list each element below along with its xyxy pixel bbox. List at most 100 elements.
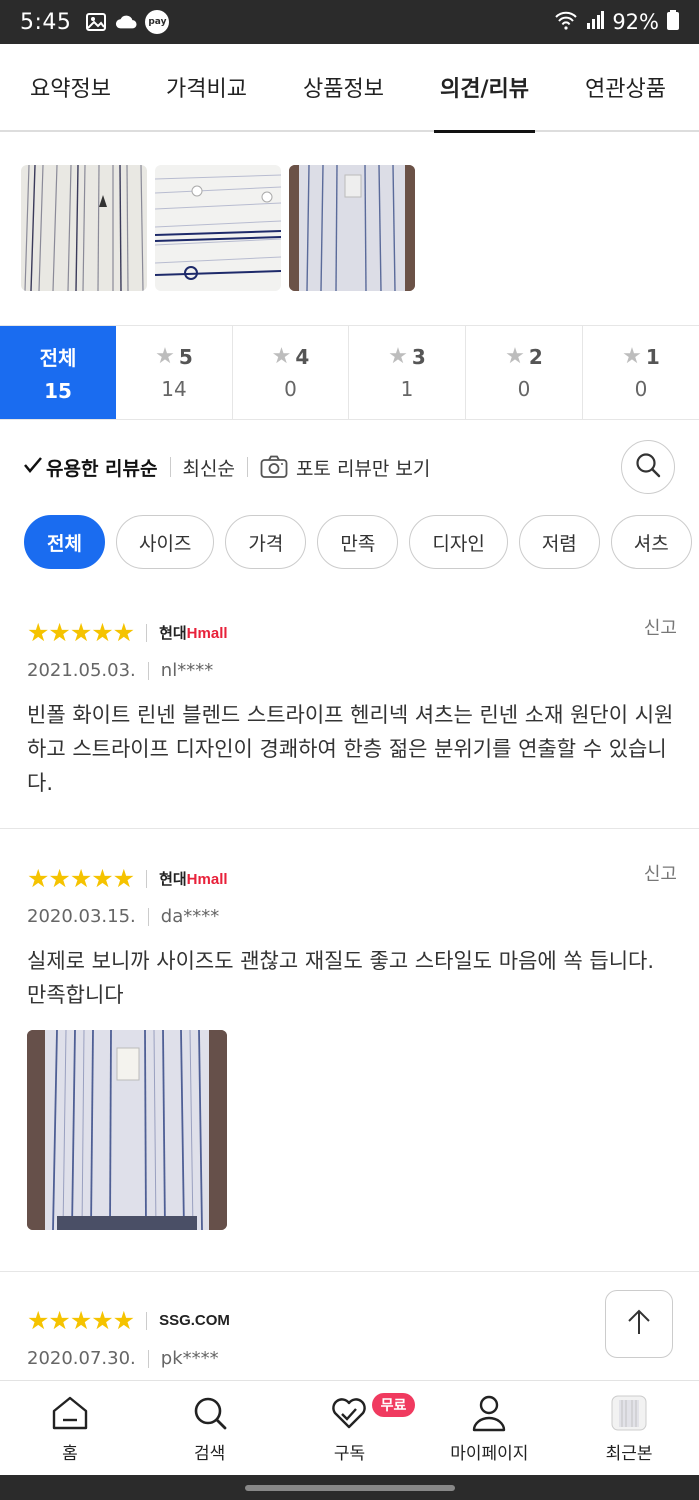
sort-helpful-label: 유용한 리뷰순	[46, 457, 158, 480]
review-user: nl****	[160, 660, 214, 681]
nav-mypage[interactable]: 마이페이지	[419, 1381, 559, 1475]
rating-filter-label: 5	[178, 344, 193, 369]
tab-summary[interactable]: 요약정보	[30, 43, 111, 131]
review-photo-thumbnails	[21, 165, 415, 291]
battery-percent: 92%	[612, 10, 659, 34]
rating-filter-label: 전체	[39, 346, 77, 370]
chip-shirt[interactable]: 셔츠	[610, 515, 692, 569]
search-icon	[635, 452, 661, 482]
review-user: pk****	[160, 1348, 219, 1369]
photo-review-only-toggle[interactable]: 포토 리뷰만 보기	[260, 454, 430, 481]
rating-filter-all[interactable]: 전체 15	[0, 326, 116, 419]
tab-price-compare[interactable]: 가격비교	[166, 43, 247, 131]
cloud-icon	[115, 12, 137, 32]
rating-filter-2[interactable]: ★ 2 0	[466, 326, 583, 419]
signal-icon	[586, 10, 605, 34]
home-gesture-handle[interactable]	[244, 1484, 455, 1491]
rating-stars: ★★★★★	[27, 1306, 135, 1335]
tab-reviews[interactable]: 의견/리뷰	[434, 43, 535, 133]
rating-filter-label: 4	[295, 344, 310, 369]
rating-filter-label: 3	[411, 344, 426, 369]
review-search-button[interactable]	[621, 440, 675, 494]
divider	[147, 1349, 149, 1368]
star-icon: ★	[271, 344, 292, 369]
chip-size[interactable]: 사이즈	[115, 515, 215, 569]
chip-price[interactable]: 가격	[225, 515, 307, 569]
mall-logo-prefix: 현대	[159, 871, 187, 888]
nav-label: 마이페이지	[450, 1443, 529, 1464]
divider	[169, 457, 171, 477]
gallery-icon	[85, 12, 107, 32]
divider	[147, 907, 149, 926]
rating-filter-5[interactable]: ★ 5 14	[116, 326, 233, 419]
tab-product-info[interactable]: 상품정보	[303, 43, 384, 131]
rating-stars: ★★★★★	[27, 618, 135, 647]
rating-filter-count: 0	[634, 377, 648, 401]
star-icon: ★	[155, 344, 175, 369]
nav-search[interactable]: 검색	[140, 1381, 280, 1475]
review-item: ★★★★★ 현대Hmall 신고 2020.03.15. da**** 실제로 …	[0, 846, 699, 1272]
rating-filter-count: 1	[400, 377, 414, 401]
chip-design[interactable]: 디자인	[409, 515, 508, 569]
rating-filter-3[interactable]: ★ 3 1	[349, 326, 466, 419]
review-item: ★★★★★ SSG.COM 2020.07.30. pk****	[0, 1288, 699, 1388]
rating-filter-count: 0	[517, 377, 531, 401]
mall-logo: 현대Hmall	[159, 622, 227, 643]
divider	[146, 869, 148, 888]
star-icon: ★	[505, 344, 525, 369]
review-photo[interactable]	[27, 1030, 227, 1230]
review-photo-thumb[interactable]	[289, 165, 415, 291]
chip-satisfaction[interactable]: 만족	[317, 515, 399, 569]
nav-home[interactable]: 홈	[0, 1381, 140, 1475]
rating-stars: ★★★★★	[27, 864, 135, 893]
divider	[147, 661, 149, 680]
status-bar: 5:45 pay 92%	[0, 0, 699, 44]
review-date: 2021.05.03.	[27, 660, 136, 681]
report-button[interactable]: 신고	[644, 860, 677, 886]
sort-helpful[interactable]: 유용한 리뷰순	[24, 454, 158, 481]
rating-filter-label: 2	[528, 344, 543, 369]
person-icon	[469, 1393, 509, 1433]
rating-filter-count: 0	[284, 377, 297, 401]
camera-icon	[260, 455, 288, 479]
status-notification-icons: pay	[85, 10, 170, 34]
star-icon: ★	[622, 344, 642, 369]
nav-subscribe[interactable]: 무료 구독	[280, 1381, 420, 1475]
battery-icon	[667, 9, 679, 35]
subscribe-heart-icon	[329, 1393, 369, 1433]
mall-logo-prefix: 현대	[159, 625, 187, 642]
home-icon	[50, 1393, 90, 1433]
photo-review-only-label: 포토 리뷰만 보기	[295, 457, 431, 480]
review-item: ★★★★★ 현대Hmall 신고 2021.05.03. nl**** 빈폴 화…	[0, 600, 699, 829]
nav-recent[interactable]: 최근본	[559, 1381, 699, 1475]
rating-filter-count: 14	[161, 377, 187, 401]
report-button[interactable]: 신고	[644, 614, 677, 640]
review-text: 실제로 보니까 사이즈도 괜찮고 재질도 좋고 스타일도 마음에 쏙 듭니다. …	[27, 949, 655, 1007]
review-sort-bar: 유용한 리뷰순 최신순 포토 리뷰만 보기	[24, 440, 675, 494]
rating-filter-label: 1	[645, 344, 660, 369]
chip-all[interactable]: 전체	[24, 515, 105, 569]
rating-filter-count: 15	[44, 379, 72, 403]
divider	[146, 1311, 148, 1330]
free-badge: 무료	[371, 1393, 416, 1417]
wifi-icon	[554, 10, 578, 35]
chip-cheap[interactable]: 저렴	[518, 515, 600, 569]
tab-related-products[interactable]: 연관상품	[585, 43, 666, 131]
nav-label: 검색	[194, 1443, 226, 1464]
nav-label: 홈	[62, 1443, 78, 1464]
gesture-bar	[0, 1475, 699, 1500]
review-date: 2020.07.30.	[27, 1348, 136, 1369]
nav-label: 최근본	[605, 1443, 653, 1464]
review-photo-thumb[interactable]	[155, 165, 281, 291]
rating-filter-4[interactable]: ★ 4 0	[233, 326, 349, 419]
search-icon	[190, 1393, 230, 1433]
review-photo-thumb[interactable]	[21, 165, 147, 291]
arrow-up-icon	[624, 1307, 654, 1341]
status-right: 92%	[554, 9, 679, 35]
mall-logo-rest: mall	[197, 625, 228, 642]
review-user: da****	[160, 906, 220, 927]
scroll-to-top-button[interactable]	[605, 1290, 673, 1358]
rating-filter-1[interactable]: ★ 1 0	[583, 326, 699, 419]
sort-latest[interactable]: 최신순	[183, 454, 235, 481]
bottom-navigation: 홈 검색 무료 구독 마이페이지 최근본	[0, 1380, 699, 1475]
